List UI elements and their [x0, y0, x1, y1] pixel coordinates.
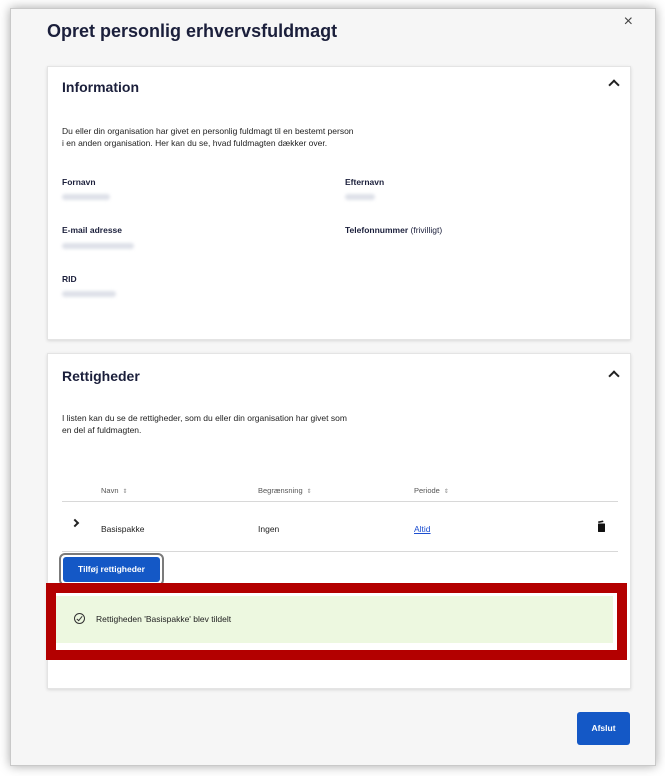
efternavn-label: Efternavn [345, 177, 385, 187]
rettigheder-description-line1: I listen kan du se de rettigheder, som d… [62, 413, 347, 423]
column-header-periode-label: Periode [414, 486, 440, 495]
information-card: Information Du eller din organisation ha… [47, 66, 631, 340]
sort-icon: ⇕ [306, 489, 312, 495]
cell-begraensning: Ingen [258, 524, 280, 534]
column-header-navn-label: Navn [101, 486, 119, 495]
finish-button[interactable]: Afslut [577, 712, 630, 745]
collapse-rettigheder-icon[interactable] [608, 370, 620, 382]
information-description: Du eller din organisation har givet en p… [62, 125, 392, 149]
cell-navn: Basispakke [101, 524, 145, 534]
cell-periode-link[interactable]: Altid [414, 524, 431, 534]
telefon-label: Telefonnummer (frivilligt) [345, 225, 442, 235]
rid-value-redacted [62, 291, 116, 297]
rettigheder-description-line2: en del af fuldmagten. [62, 425, 142, 435]
sort-icon: ⇕ [443, 489, 449, 495]
email-label: E-mail adresse [62, 225, 123, 235]
sort-icon: ⇕ [122, 489, 128, 495]
rid-label: RID [62, 274, 77, 284]
trash-icon[interactable] [597, 520, 606, 532]
highlight-annotation-box [46, 583, 627, 660]
rights-table-header: Navn ⇕ Begrænsning ⇕ Periode ⇕ [62, 480, 618, 502]
column-header-periode[interactable]: Periode ⇕ [414, 486, 449, 495]
telefon-label-text: Telefonnummer [345, 225, 409, 235]
rettigheder-description: I listen kan du se de rettigheder, som d… [62, 412, 392, 436]
add-rights-button[interactable]: Tilføj rettigheder [63, 557, 160, 582]
close-icon[interactable]: × [624, 13, 633, 31]
telefon-optional-text: (frivilligt) [410, 225, 443, 235]
information-heading: Information [62, 79, 139, 95]
fornavn-value-redacted [62, 194, 110, 200]
collapse-information-icon[interactable] [608, 79, 620, 91]
efternavn-value-redacted [345, 194, 375, 200]
expand-row-icon[interactable] [70, 518, 80, 528]
modal-title: Opret personlig erhvervsfuldmagt [47, 21, 338, 41]
table-row: Basispakke Ingen Altid [62, 502, 618, 552]
rettigheder-heading: Rettigheder [62, 368, 140, 384]
column-header-begraensning[interactable]: Begrænsning ⇕ [258, 486, 312, 495]
column-header-navn[interactable]: Navn ⇕ [101, 486, 128, 495]
information-description-line1: Du eller din organisation har givet en p… [62, 126, 354, 136]
email-value-redacted [62, 243, 134, 249]
fornavn-label: Fornavn [62, 177, 96, 187]
column-header-begraensning-label: Begrænsning [258, 486, 303, 495]
information-description-line2: i en anden organisation. Her kan du se, … [62, 138, 328, 148]
